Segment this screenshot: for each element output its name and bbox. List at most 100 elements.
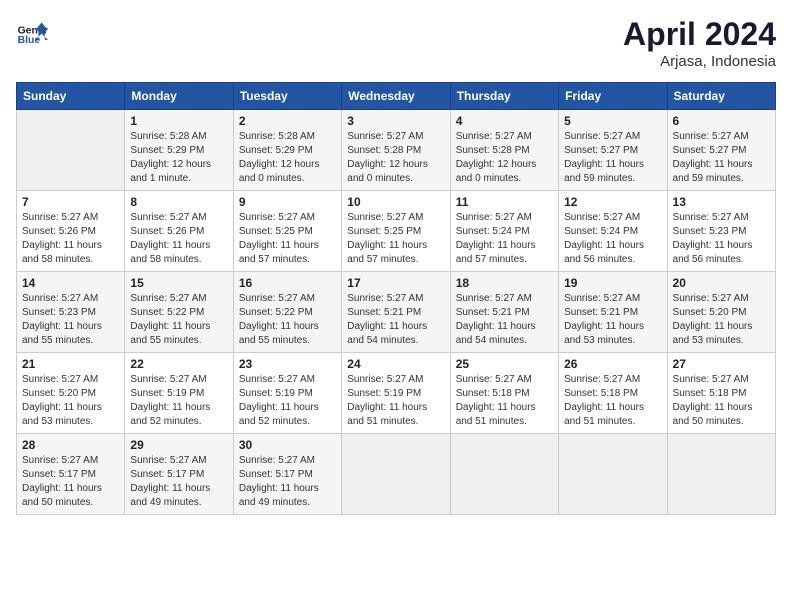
calendar-cell: 5 Sunrise: 5:27 AMSunset: 5:27 PMDaylight… xyxy=(559,110,667,191)
calendar-cell: 13 Sunrise: 5:27 AMSunset: 5:23 PMDayligh… xyxy=(667,191,775,272)
calendar-cell: 22 Sunrise: 5:27 AMSunset: 5:19 PMDayligh… xyxy=(125,353,233,434)
calendar-cell: 10 Sunrise: 5:27 AMSunset: 5:25 PMDayligh… xyxy=(342,191,450,272)
calendar-cell: 9 Sunrise: 5:27 AMSunset: 5:25 PMDaylight… xyxy=(233,191,341,272)
day-number: 7 xyxy=(22,195,119,209)
weekday-header-sunday: Sunday xyxy=(17,83,125,110)
logo: General Blue xyxy=(16,16,48,48)
day-number: 2 xyxy=(239,114,336,128)
day-number: 14 xyxy=(22,276,119,290)
calendar-cell: 21 Sunrise: 5:27 AMSunset: 5:20 PMDayligh… xyxy=(17,353,125,434)
calendar-cell: 4 Sunrise: 5:27 AMSunset: 5:28 PMDaylight… xyxy=(450,110,558,191)
calendar-cell: 26 Sunrise: 5:27 AMSunset: 5:18 PMDayligh… xyxy=(559,353,667,434)
title-block: April 2024 Arjasa, Indonesia xyxy=(623,16,776,70)
day-info: Sunrise: 5:27 AMSunset: 5:25 PMDaylight:… xyxy=(239,211,336,267)
day-number: 20 xyxy=(673,276,770,290)
day-number: 22 xyxy=(130,357,227,371)
logo-icon: General Blue xyxy=(16,16,48,48)
day-number: 10 xyxy=(347,195,444,209)
calendar-cell: 25Sunrise: 5:27 AMSunset: 5:18 PMDayligh… xyxy=(450,353,558,434)
day-info: Sunrise: 5:27 AMSunset: 5:20 PMDaylight:… xyxy=(22,373,119,429)
day-number: 4 xyxy=(456,114,553,128)
day-number: 5 xyxy=(564,114,661,128)
day-info: Sunrise: 5:27 AMSunset: 5:18 PMDaylight:… xyxy=(673,373,770,429)
calendar-cell: 24 Sunrise: 5:27 AMSunset: 5:19 PMDayligh… xyxy=(342,353,450,434)
day-info: Sunrise: 5:28 AMSunset: 5:29 PMDaylight:… xyxy=(130,130,227,186)
day-number: 1 xyxy=(130,114,227,128)
day-number: 26 xyxy=(564,357,661,371)
day-number: 29 xyxy=(130,438,227,452)
calendar-cell: 30Sunrise: 5:27 AMSunset: 5:17 PMDayligh… xyxy=(233,434,341,515)
day-info: Sunrise: 5:27 AMSunset: 5:20 PMDaylight:… xyxy=(673,292,770,348)
day-info: Sunrise: 5:27 AMSunset: 5:21 PMDaylight:… xyxy=(347,292,444,348)
calendar-cell: 14 Sunrise: 5:27 AMSunset: 5:23 PMDayligh… xyxy=(17,272,125,353)
day-info: Sunrise: 5:27 AMSunset: 5:26 PMDaylight:… xyxy=(130,211,227,267)
day-number: 11 xyxy=(456,195,553,209)
calendar-cell: 18Sunrise: 5:27 AMSunset: 5:21 PMDayligh… xyxy=(450,272,558,353)
weekday-header-tuesday: Tuesday xyxy=(233,83,341,110)
day-info: Sunrise: 5:27 AMSunset: 5:27 PMDaylight:… xyxy=(564,130,661,186)
day-info: Sunrise: 5:27 AMSunset: 5:17 PMDaylight:… xyxy=(130,454,227,510)
weekday-header-saturday: Saturday xyxy=(667,83,775,110)
day-number: 23 xyxy=(239,357,336,371)
day-info: Sunrise: 5:27 AMSunset: 5:28 PMDaylight:… xyxy=(347,130,444,186)
calendar-cell xyxy=(559,434,667,515)
calendar-cell: 17 Sunrise: 5:27 AMSunset: 5:21 PMDayligh… xyxy=(342,272,450,353)
day-number: 28 xyxy=(22,438,119,452)
day-info: Sunrise: 5:27 AMSunset: 5:18 PMDaylight:… xyxy=(564,373,661,429)
day-info: Sunrise: 5:27 AMSunset: 5:26 PMDaylight:… xyxy=(22,211,119,267)
day-number: 25 xyxy=(456,357,553,371)
day-number: 24 xyxy=(347,357,444,371)
calendar-cell: 8 Sunrise: 5:27 AMSunset: 5:26 PMDaylight… xyxy=(125,191,233,272)
weekday-header-row: SundayMondayTuesdayWednesdayThursdayFrid… xyxy=(17,83,776,110)
day-number: 3 xyxy=(347,114,444,128)
weekday-header-wednesday: Wednesday xyxy=(342,83,450,110)
day-info: Sunrise: 5:27 AMSunset: 5:23 PMDaylight:… xyxy=(22,292,119,348)
calendar-cell xyxy=(667,434,775,515)
calendar-cell xyxy=(450,434,558,515)
week-row-1: 1 Sunrise: 5:28 AMSunset: 5:29 PMDaylight… xyxy=(17,110,776,191)
day-number: 30 xyxy=(239,438,336,452)
day-number: 15 xyxy=(130,276,227,290)
calendar-cell: 20 Sunrise: 5:27 AMSunset: 5:20 PMDayligh… xyxy=(667,272,775,353)
calendar-cell: 3 Sunrise: 5:27 AMSunset: 5:28 PMDaylight… xyxy=(342,110,450,191)
calendar-cell: 16Sunrise: 5:27 AMSunset: 5:22 PMDayligh… xyxy=(233,272,341,353)
day-info: Sunrise: 5:27 AMSunset: 5:19 PMDaylight:… xyxy=(130,373,227,429)
calendar-cell: 27Sunrise: 5:27 AMSunset: 5:18 PMDayligh… xyxy=(667,353,775,434)
month-title: April 2024 xyxy=(623,16,776,53)
day-info: Sunrise: 5:27 AMSunset: 5:25 PMDaylight:… xyxy=(347,211,444,267)
calendar-cell: 29 Sunrise: 5:27 AMSunset: 5:17 PMDayligh… xyxy=(125,434,233,515)
day-info: Sunrise: 5:27 AMSunset: 5:19 PMDaylight:… xyxy=(347,373,444,429)
day-number: 6 xyxy=(673,114,770,128)
calendar-cell: 2 Sunrise: 5:28 AMSunset: 5:29 PMDaylight… xyxy=(233,110,341,191)
calendar-cell: 12Sunrise: 5:27 AMSunset: 5:24 PMDayligh… xyxy=(559,191,667,272)
day-info: Sunrise: 5:27 AMSunset: 5:19 PMDaylight:… xyxy=(239,373,336,429)
location: Arjasa, Indonesia xyxy=(623,53,776,70)
day-number: 8 xyxy=(130,195,227,209)
day-number: 16 xyxy=(239,276,336,290)
day-number: 12 xyxy=(564,195,661,209)
day-info: Sunrise: 5:27 AMSunset: 5:21 PMDaylight:… xyxy=(564,292,661,348)
calendar-cell: 23 Sunrise: 5:27 AMSunset: 5:19 PMDayligh… xyxy=(233,353,341,434)
calendar-cell: 15 Sunrise: 5:27 AMSunset: 5:22 PMDayligh… xyxy=(125,272,233,353)
week-row-2: 7 Sunrise: 5:27 AMSunset: 5:26 PMDaylight… xyxy=(17,191,776,272)
day-info: Sunrise: 5:27 AMSunset: 5:21 PMDaylight:… xyxy=(456,292,553,348)
weekday-header-thursday: Thursday xyxy=(450,83,558,110)
day-number: 21 xyxy=(22,357,119,371)
day-number: 13 xyxy=(673,195,770,209)
day-info: Sunrise: 5:27 AMSunset: 5:22 PMDaylight:… xyxy=(130,292,227,348)
calendar-cell: 1 Sunrise: 5:28 AMSunset: 5:29 PMDaylight… xyxy=(125,110,233,191)
calendar-cell xyxy=(342,434,450,515)
day-info: Sunrise: 5:27 AMSunset: 5:23 PMDaylight:… xyxy=(673,211,770,267)
day-number: 9 xyxy=(239,195,336,209)
day-number: 19 xyxy=(564,276,661,290)
calendar-cell xyxy=(17,110,125,191)
svg-text:Blue: Blue xyxy=(18,35,41,46)
calendar-cell: 19 Sunrise: 5:27 AMSunset: 5:21 PMDayligh… xyxy=(559,272,667,353)
weekday-header-monday: Monday xyxy=(125,83,233,110)
day-info: Sunrise: 5:27 AMSunset: 5:24 PMDaylight:… xyxy=(456,211,553,267)
day-info: Sunrise: 5:27 AMSunset: 5:17 PMDaylight:… xyxy=(22,454,119,510)
page-header: General Blue April 2024 Arjasa, Indonesi… xyxy=(16,16,776,70)
day-info: Sunrise: 5:28 AMSunset: 5:29 PMDaylight:… xyxy=(239,130,336,186)
day-number: 17 xyxy=(347,276,444,290)
day-info: Sunrise: 5:27 AMSunset: 5:28 PMDaylight:… xyxy=(456,130,553,186)
